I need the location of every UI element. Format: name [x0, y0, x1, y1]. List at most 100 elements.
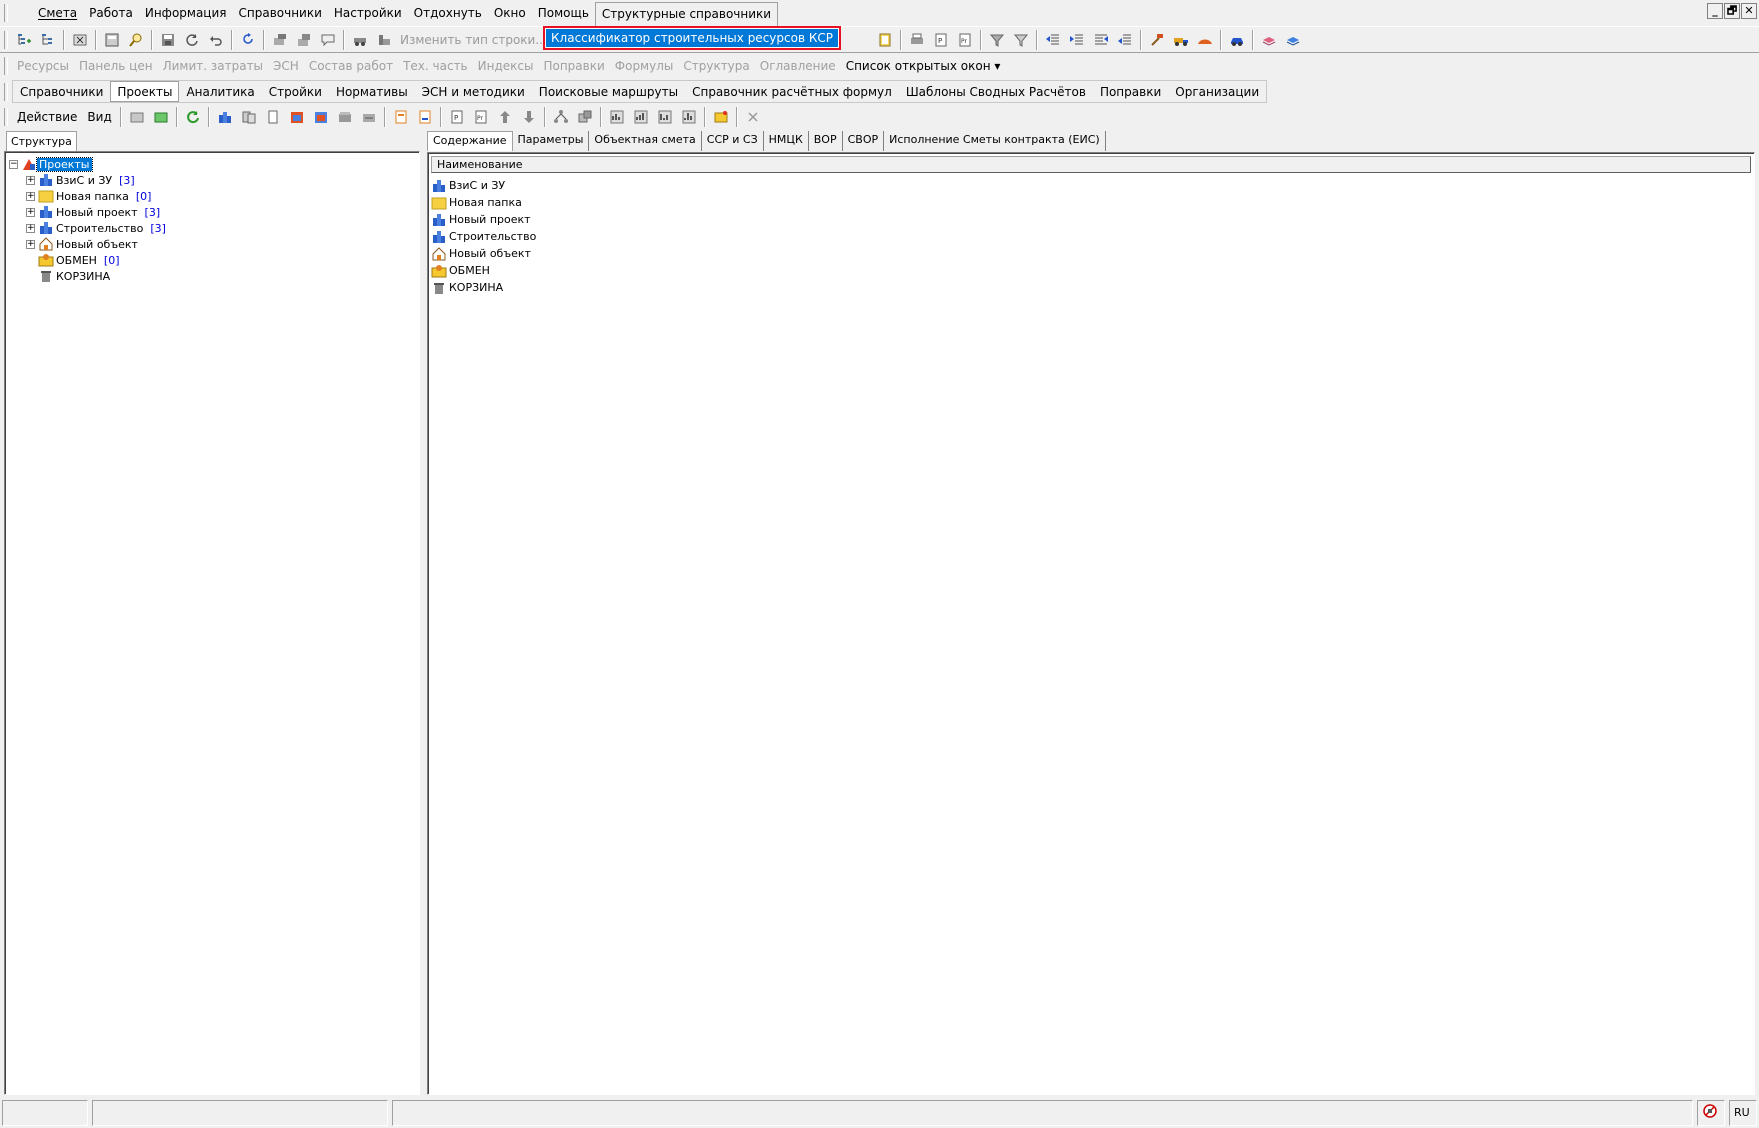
menu-smeta[interactable]: Смета [32, 2, 83, 24]
calculator-button[interactable] [101, 29, 123, 51]
status-lang[interactable]: RU [1729, 1100, 1757, 1126]
undo-button[interactable] [205, 29, 227, 51]
tab-nmck[interactable]: НМЦК [764, 131, 809, 151]
doc-p-button[interactable]: P [930, 29, 952, 51]
tree-node[interactable]: + Новый проект [3] [9, 204, 166, 220]
tree-node-label[interactable]: КОРЗИНА [54, 270, 112, 283]
outdent2-button[interactable] [1114, 29, 1136, 51]
tree-node-label[interactable]: Новая папка [54, 190, 131, 203]
change-row-type-label[interactable]: Изменить тип строки... [396, 33, 551, 47]
doc-pr3-button[interactable]: Pr [470, 106, 492, 128]
tree-root-label[interactable]: Проекты [36, 156, 93, 172]
tab-poiskovye-marshruty[interactable]: Поисковые маршруты [532, 81, 685, 102]
menu-otdohnut[interactable]: Отдохнуть [408, 2, 488, 24]
link-panel-cen[interactable]: Панель цен [74, 59, 158, 73]
tab-esn-metodiki[interactable]: ЭСН и методики [415, 81, 532, 102]
orange-doc2-button[interactable] [414, 106, 436, 128]
archive-button[interactable] [334, 106, 356, 128]
calendar-button[interactable] [286, 106, 308, 128]
tab-ssr-sz[interactable]: ССР и СЗ [702, 131, 764, 151]
tab-organizacii[interactable]: Организации [1168, 81, 1266, 102]
folder-up-button[interactable] [126, 106, 148, 128]
refresh-button[interactable] [181, 29, 203, 51]
ksr-classifier-menu-item[interactable]: Классификатор строительных ресурсов КСР [546, 29, 838, 47]
report3-button[interactable] [654, 106, 676, 128]
tab-svor[interactable]: СВОР [843, 131, 885, 151]
menu-informaciya[interactable]: Информация [139, 2, 233, 24]
tree-node[interactable]: КОРЗИНА [9, 268, 166, 284]
tree-root[interactable]: − Проекты [9, 156, 166, 172]
collapse-icon[interactable]: − [9, 159, 18, 169]
vehicle-button[interactable] [349, 29, 371, 51]
outdent-button[interactable] [1090, 29, 1112, 51]
indent-right-button[interactable] [1066, 29, 1088, 51]
car-button[interactable] [1226, 29, 1248, 51]
tab-popravki[interactable]: Поправки [1093, 81, 1168, 102]
row-copy-button[interactable] [293, 29, 315, 51]
refresh-tree-button[interactable] [182, 106, 204, 128]
restore-button[interactable]: 🗗 [1724, 3, 1740, 19]
link-limit-zatraty[interactable]: Лимит. затраты [158, 59, 268, 73]
report4-button[interactable] [678, 106, 700, 128]
report1-button[interactable] [606, 106, 628, 128]
copy-project-button[interactable] [238, 106, 260, 128]
comment-button[interactable] [317, 29, 339, 51]
indent-left-button[interactable] [1042, 29, 1064, 51]
expand-icon[interactable]: + [26, 223, 35, 233]
tree-node[interactable]: + Новая папка [0] [9, 188, 166, 204]
material-button[interactable] [1194, 29, 1216, 51]
book-button[interactable] [874, 29, 896, 51]
tree-node[interactable]: ОБМЕН [0] [9, 252, 166, 268]
hammer-button[interactable] [1146, 29, 1168, 51]
link-formuly[interactable]: Формулы [610, 59, 679, 73]
link-resursy[interactable]: Ресурсы [12, 59, 74, 73]
tree-node-label[interactable]: ВзиС и ЗУ [54, 174, 114, 187]
orange-doc-button[interactable] [390, 106, 412, 128]
column-header-name[interactable]: Наименование [431, 156, 1751, 173]
status-sound-pane[interactable] [1697, 1100, 1725, 1126]
list-item[interactable]: Новый объект [431, 245, 536, 262]
tab-vor[interactable]: ВОР [809, 131, 843, 151]
link-struktura[interactable]: Структура [678, 59, 754, 73]
doc-p3-button[interactable]: P [446, 106, 468, 128]
tree-node[interactable]: + Строительство [3] [9, 220, 166, 236]
link-esn[interactable]: ЭСН [268, 59, 304, 73]
tab-normativy[interactable]: Нормативы [329, 81, 415, 102]
calendar2-button[interactable] [310, 106, 332, 128]
list-item[interactable]: КОРЗИНА [431, 279, 536, 296]
excel-button[interactable] [69, 29, 91, 51]
filter-button[interactable] [986, 29, 1008, 51]
menu-pomosch[interactable]: Помощь [532, 2, 595, 24]
expand-icon[interactable]: + [26, 239, 35, 249]
link-popravki[interactable]: Поправки [538, 59, 609, 73]
crane-button[interactable] [373, 29, 395, 51]
list-item[interactable]: Новая папка [431, 194, 536, 211]
books-pink-button[interactable] [1258, 29, 1280, 51]
books-blue-button[interactable] [1282, 29, 1304, 51]
tab-spravochnik-formul[interactable]: Справочник расчётных формул [685, 81, 899, 102]
tab-soderzhanie[interactable]: Содержание [427, 131, 513, 151]
tab-shablony-svodnyh[interactable]: Шаблоны Сводных Расчётов [899, 81, 1093, 102]
tab-spravochniki[interactable]: Справочники [13, 81, 110, 102]
grid-button[interactable] [574, 106, 596, 128]
open-windows-dropdown[interactable]: Список открытых окон ▾ [841, 59, 1006, 73]
search-button[interactable] [125, 29, 147, 51]
list-item[interactable]: Новый проект [431, 211, 536, 228]
link-teh-chast[interactable]: Тех. часть [398, 59, 473, 73]
menu-spravochniki[interactable]: Справочники [233, 2, 328, 24]
tree-node[interactable]: + ВзиС и ЗУ [3] [9, 172, 166, 188]
link-indeksy[interactable]: Индексы [473, 59, 539, 73]
tab-struktura[interactable]: Структура [6, 131, 77, 151]
network-button[interactable] [550, 106, 572, 128]
menu-rabota[interactable]: Работа [83, 2, 139, 24]
tree-node-label[interactable]: Новый объект [54, 238, 140, 251]
tree-node[interactable]: + Новый объект [9, 236, 166, 252]
row-add-button[interactable] [269, 29, 291, 51]
list-item[interactable]: ВзиС и ЗУ [431, 177, 536, 194]
tree-node-label[interactable]: Строительство [54, 222, 145, 235]
expand-icon[interactable]: + [26, 175, 35, 185]
tree-node-label[interactable]: ОБМЕН [54, 254, 99, 267]
doc-button[interactable] [262, 106, 284, 128]
expand-icon[interactable]: + [26, 191, 35, 201]
minimize-button[interactable]: _ [1707, 3, 1723, 19]
